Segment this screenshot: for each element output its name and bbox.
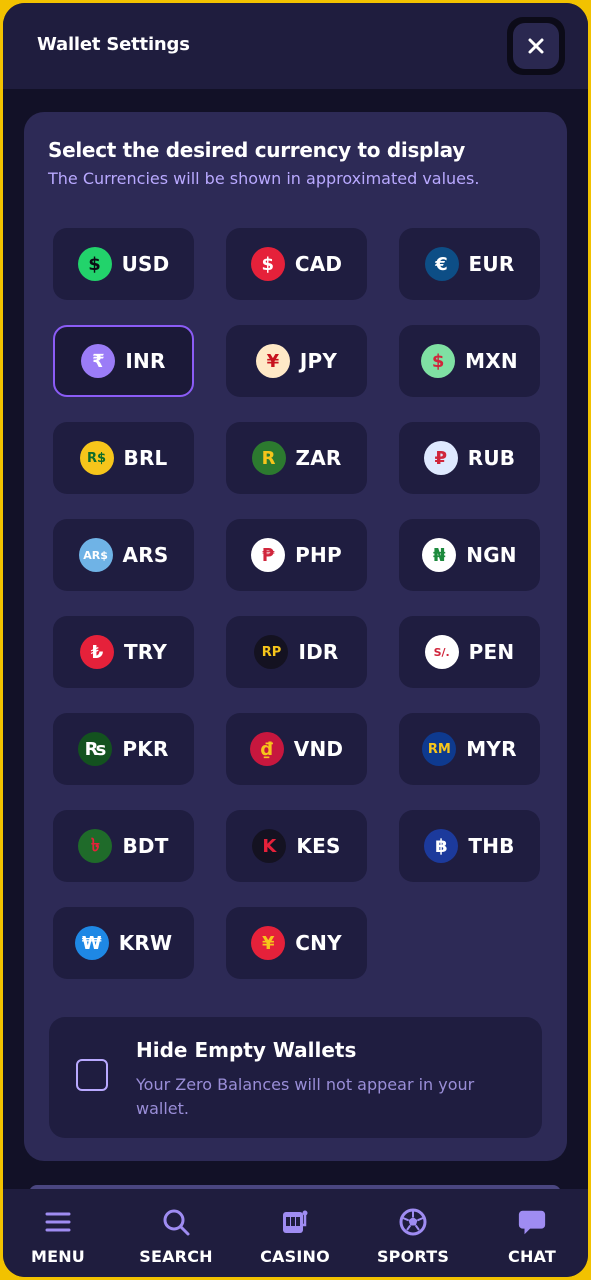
currency-code-label: EUR xyxy=(468,252,515,276)
currency-code-label: RUB xyxy=(467,446,516,470)
currency-option-zar[interactable]: R ZAR xyxy=(226,422,367,494)
nav-chat[interactable]: CHAT xyxy=(482,1189,582,1277)
currency-try-icon: ₺ xyxy=(79,635,114,669)
currency-option-inr[interactable]: ₹ INR xyxy=(53,325,194,397)
currency-inr-icon: ₹ xyxy=(81,344,116,378)
currency-pkr-icon: ₨ xyxy=(78,732,113,766)
currency-php-icon: ₱ xyxy=(251,538,286,572)
nav-casino-label: CASINO xyxy=(260,1247,330,1266)
currency-code-label: MXN xyxy=(465,349,518,373)
nav-menu[interactable]: MENU xyxy=(8,1189,108,1277)
nav-menu-label: MENU xyxy=(30,1247,86,1266)
currency-panel-title: Select the desired currency to display xyxy=(48,138,465,162)
currency-code-label: INR xyxy=(125,349,166,373)
currency-option-rub[interactable]: ₽ RUB xyxy=(399,422,540,494)
currency-jpy-icon: ¥ xyxy=(255,344,290,378)
currency-option-ngn[interactable]: ₦ NGN xyxy=(399,519,540,591)
currency-option-myr[interactable]: RM MYR xyxy=(399,713,540,785)
currency-code-label: VND xyxy=(293,737,344,761)
currency-mxn-icon: $ xyxy=(421,344,456,378)
currency-code-label: ZAR xyxy=(295,446,342,470)
currency-option-idr[interactable]: RP IDR xyxy=(226,616,367,688)
currency-usd-icon: $ xyxy=(77,247,112,281)
currency-zar-icon: R xyxy=(251,441,286,475)
currency-code-label: BDT xyxy=(122,834,169,858)
currency-option-vnd[interactable]: ₫ VND xyxy=(226,713,367,785)
nav-casino[interactable]: CASINO xyxy=(245,1189,345,1277)
currency-code-label: IDR xyxy=(298,640,339,664)
currency-option-pkr[interactable]: ₨ PKR xyxy=(53,713,194,785)
hide-empty-wallets-description: Your Zero Balances will not appear in yo… xyxy=(136,1075,475,1118)
currency-code-label: PEN xyxy=(468,640,515,664)
currency-thb-icon: ฿ xyxy=(424,829,459,863)
close-icon xyxy=(528,38,544,54)
currency-ars-icon: AR$ xyxy=(78,538,113,572)
currency-pen-icon: S/. xyxy=(424,635,459,669)
currency-option-eur[interactable]: € EUR xyxy=(399,228,540,300)
currency-panel-subtitle: The Currencies will be shown in approxim… xyxy=(48,169,480,188)
currency-option-ars[interactable]: AR$ ARS xyxy=(53,519,194,591)
currency-option-php[interactable]: ₱ PHP xyxy=(226,519,367,591)
currency-option-krw[interactable]: ₩ KRW xyxy=(53,907,194,979)
page-title: Wallet Settings xyxy=(37,34,190,55)
currency-cad-icon: $ xyxy=(250,247,285,281)
nav-search[interactable]: SEARCH xyxy=(126,1189,226,1277)
currency-eur-icon: € xyxy=(424,247,459,281)
currency-code-label: MYR xyxy=(466,737,517,761)
currency-code-label: JPY xyxy=(299,349,338,373)
nav-chat-label: CHAT xyxy=(508,1247,556,1266)
bottom-nav: MENU SEARCH CASINO SPORTS CHAT xyxy=(3,1189,588,1277)
search-icon xyxy=(161,1207,191,1237)
close-button-face[interactable] xyxy=(513,23,559,69)
currency-cny-icon: ¥ xyxy=(251,926,286,960)
currency-option-cad[interactable]: $ CAD xyxy=(226,228,367,300)
currency-code-label: PKR xyxy=(122,737,169,761)
nav-search-label: SEARCH xyxy=(139,1247,213,1266)
currency-option-try[interactable]: ₺ TRY xyxy=(53,616,194,688)
currency-vnd-icon: ₫ xyxy=(249,732,284,766)
currency-myr-icon: RM xyxy=(422,732,457,766)
currency-code-label: CNY xyxy=(295,931,342,955)
currency-option-pen[interactable]: S/. PEN xyxy=(399,616,540,688)
currency-option-brl[interactable]: R$ BRL xyxy=(53,422,194,494)
currency-option-mxn[interactable]: $ MXN xyxy=(399,325,540,397)
app-frame: Wallet Settings Select the desired curre… xyxy=(3,3,588,1277)
slot-machine-icon xyxy=(280,1207,310,1237)
hide-empty-wallets-title: Hide Empty Wallets xyxy=(136,1038,357,1062)
currency-option-cny[interactable]: ¥ CNY xyxy=(226,907,367,979)
currency-code-label: USD xyxy=(121,252,170,276)
currency-code-label: KES xyxy=(296,834,341,858)
currency-brl-icon: R$ xyxy=(79,441,114,475)
currency-option-usd[interactable]: $ USD xyxy=(53,228,194,300)
currency-code-label: ARS xyxy=(122,543,169,567)
currency-code-label: THB xyxy=(468,834,515,858)
close-button[interactable] xyxy=(507,17,565,75)
nav-sports[interactable]: SPORTS xyxy=(363,1189,463,1277)
currency-code-label: BRL xyxy=(123,446,168,470)
currency-option-kes[interactable]: K KES xyxy=(226,810,367,882)
currency-rub-icon: ₽ xyxy=(423,441,458,475)
currency-grid: $ USD $ CAD € EUR ₹ INR ¥ JPY $ MXN R$ BRL R ZAR ₽ RUB AR$… xyxy=(53,228,541,988)
soccer-ball-icon xyxy=(398,1207,428,1237)
currency-panel: Select the desired currency to display T… xyxy=(24,112,567,1161)
currency-code-label: KRW xyxy=(118,931,173,955)
hide-empty-wallets-option[interactable]: Hide Empty Wallets Your Zero Balances wi… xyxy=(49,1017,542,1138)
currency-option-bdt[interactable]: ৳ BDT xyxy=(53,810,194,882)
currency-ngn-icon: ₦ xyxy=(422,538,457,572)
chat-bubble-icon xyxy=(517,1207,547,1237)
wallet-settings-header: Wallet Settings xyxy=(3,3,588,89)
currency-bdt-icon: ৳ xyxy=(78,829,113,863)
currency-idr-icon: RP xyxy=(254,635,289,669)
currency-code-label: CAD xyxy=(294,252,343,276)
currency-option-thb[interactable]: ฿ THB xyxy=(399,810,540,882)
nav-sports-label: SPORTS xyxy=(376,1247,450,1266)
menu-icon xyxy=(43,1207,73,1237)
currency-code-label: PHP xyxy=(295,543,342,567)
hide-empty-wallets-checkbox[interactable] xyxy=(76,1059,108,1091)
currency-krw-icon: ₩ xyxy=(74,926,109,960)
currency-code-label: TRY xyxy=(123,640,168,664)
currency-kes-icon: K xyxy=(252,829,287,863)
currency-option-jpy[interactable]: ¥ JPY xyxy=(226,325,367,397)
currency-code-label: NGN xyxy=(466,543,517,567)
